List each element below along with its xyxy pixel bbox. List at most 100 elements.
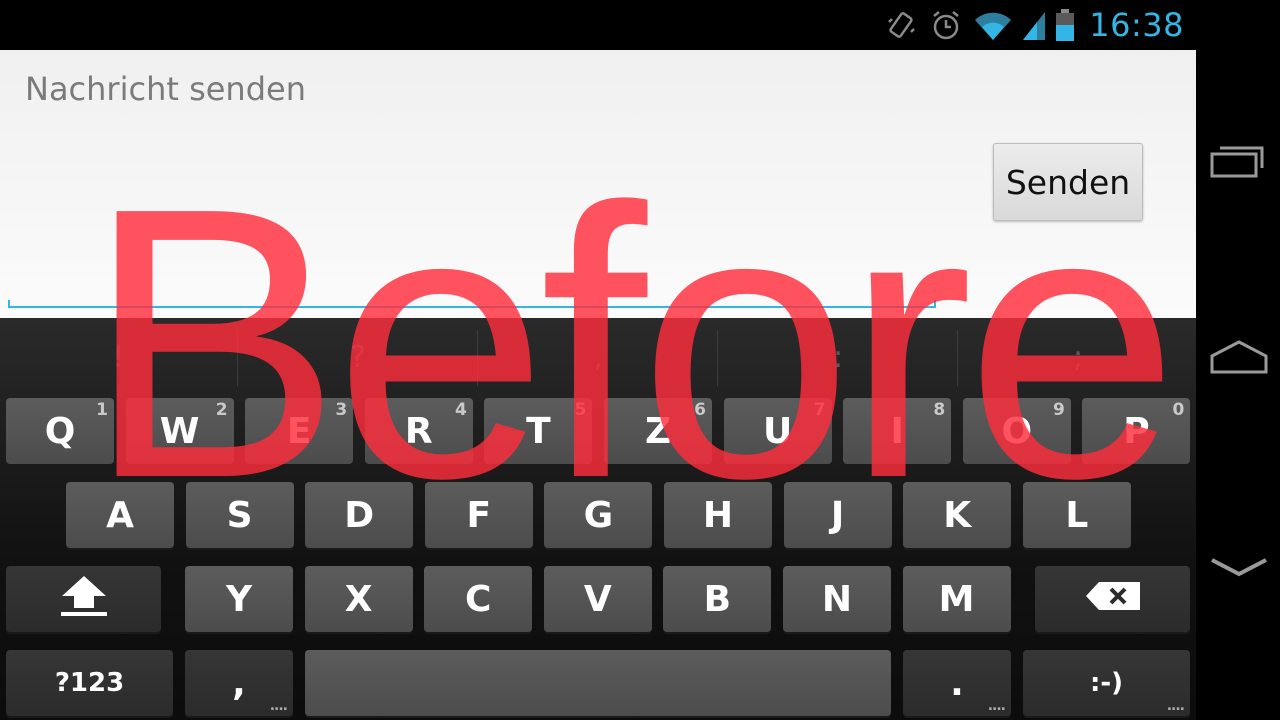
key-g[interactable]: G xyxy=(544,482,653,548)
key-n[interactable]: N xyxy=(783,566,891,632)
key-m[interactable]: M xyxy=(902,566,1011,632)
key-hint-digit: 3 xyxy=(335,400,348,420)
key-label: C xyxy=(464,578,492,620)
key-s[interactable]: S xyxy=(185,482,294,548)
key-i[interactable]: I8 xyxy=(843,398,952,464)
key-hint-digit: 6 xyxy=(694,400,706,420)
shift-key[interactable] xyxy=(6,566,161,632)
navigation-bar xyxy=(1196,0,1280,720)
key-label: V xyxy=(583,578,612,620)
key-x[interactable]: X xyxy=(304,566,413,632)
key-hint-digit: 4 xyxy=(454,400,467,420)
comma-key[interactable]: ,.... xyxy=(185,650,293,716)
key-label: P xyxy=(1123,410,1150,452)
shift-arrow-icon xyxy=(59,574,109,625)
key-label: W xyxy=(159,410,200,452)
smiley-key[interactable]: :-).... xyxy=(1023,650,1190,716)
key-l[interactable]: L xyxy=(1022,482,1131,548)
key-label: ?123 xyxy=(54,668,125,698)
status-clock: 16:38 xyxy=(1089,6,1184,44)
phone-screen: 16:38 Nachricht senden Senden !?,:; Q1W2… xyxy=(0,0,1196,720)
backspace-key[interactable] xyxy=(1035,566,1190,632)
key-o[interactable]: O9 xyxy=(962,398,1071,464)
symbols-key[interactable]: ?123 xyxy=(6,650,173,716)
period-key[interactable]: ..... xyxy=(903,650,1011,716)
keyboard: !?,:; Q1W2E3R4T5Z6U7I8O9P0ASDFGHJKLYXCVB… xyxy=(0,318,1196,720)
key-label: Z xyxy=(644,410,672,452)
space-key[interactable] xyxy=(305,650,891,716)
key-d[interactable]: D xyxy=(305,482,414,548)
key-a[interactable]: A xyxy=(66,482,174,548)
key-label: Q xyxy=(44,410,76,452)
key-label: E xyxy=(286,410,312,452)
key-more-indicator: .... xyxy=(1166,698,1185,714)
input-underline xyxy=(8,300,936,308)
key-y[interactable]: Y xyxy=(185,566,293,632)
key-e[interactable]: E3 xyxy=(245,398,354,464)
suggestion-item[interactable]: ? xyxy=(298,318,418,396)
key-label: Y xyxy=(225,578,253,620)
suggestion-item[interactable]: : xyxy=(778,318,898,396)
key-f[interactable]: F xyxy=(424,482,533,548)
status-bar: 16:38 xyxy=(0,0,1196,50)
suggestion-divider xyxy=(237,330,238,386)
key-q[interactable]: Q1 xyxy=(6,398,114,464)
key-v[interactable]: V xyxy=(543,566,652,632)
key-label: R xyxy=(404,410,433,452)
vibrate-icon xyxy=(885,8,919,42)
key-u[interactable]: U7 xyxy=(723,398,832,464)
key-hint-digit: 2 xyxy=(215,400,228,420)
key-p[interactable]: P0 xyxy=(1082,398,1191,464)
key-label: T xyxy=(526,410,551,452)
suggestion-divider xyxy=(957,330,958,386)
backspace-icon xyxy=(1085,579,1141,620)
key-more-indicator: .... xyxy=(269,698,288,714)
wifi-icon xyxy=(973,8,1013,42)
key-k[interactable]: K xyxy=(903,482,1012,548)
key-label: M xyxy=(938,578,975,620)
key-label: J xyxy=(830,494,845,536)
key-j[interactable]: J xyxy=(783,482,892,548)
suggestion-divider xyxy=(477,330,478,386)
status-icons: 16:38 xyxy=(885,0,1184,50)
key-label: D xyxy=(344,494,375,536)
alarm-icon xyxy=(929,8,963,42)
key-label: A xyxy=(106,494,134,536)
key-label: B xyxy=(703,578,732,620)
key-h[interactable]: H xyxy=(664,482,772,548)
key-r[interactable]: R4 xyxy=(364,398,473,464)
key-hint-digit: 1 xyxy=(96,400,108,420)
key-label: O xyxy=(1001,410,1033,452)
key-label: :-) xyxy=(1089,668,1124,698)
key-hint-digit: 5 xyxy=(574,400,587,420)
key-label: F xyxy=(466,494,492,536)
key-label: U xyxy=(762,410,793,452)
key-label: L xyxy=(1065,494,1089,536)
key-label: K xyxy=(943,494,972,536)
key-z[interactable]: Z6 xyxy=(604,398,712,464)
suggestion-item[interactable]: ; xyxy=(1018,318,1138,396)
key-label: G xyxy=(583,494,614,536)
compose-area: Nachricht senden Senden xyxy=(0,50,1196,318)
key-hint-digit: 0 xyxy=(1172,400,1185,420)
send-button[interactable]: Senden xyxy=(993,143,1143,221)
key-c[interactable]: C xyxy=(424,566,533,632)
key-b[interactable]: B xyxy=(663,566,772,632)
key-hint-digit: 8 xyxy=(933,400,946,420)
message-input[interactable]: Nachricht senden xyxy=(25,70,306,108)
key-label: N xyxy=(821,578,853,620)
key-hint-digit: 7 xyxy=(813,400,826,420)
key-more-indicator: .... xyxy=(987,698,1006,714)
signal-icon xyxy=(1023,8,1046,42)
suggestion-item[interactable]: ! xyxy=(58,318,178,396)
suggestion-item[interactable]: , xyxy=(538,318,658,396)
key-label: I xyxy=(890,410,904,452)
battery-icon xyxy=(1055,8,1075,42)
suggestion-divider xyxy=(717,330,718,386)
key-label: , xyxy=(232,662,246,704)
key-label: . xyxy=(950,662,964,704)
key-w[interactable]: W2 xyxy=(125,398,234,464)
key-label: X xyxy=(344,578,373,620)
key-label: H xyxy=(702,494,734,536)
key-t[interactable]: T5 xyxy=(484,398,593,464)
